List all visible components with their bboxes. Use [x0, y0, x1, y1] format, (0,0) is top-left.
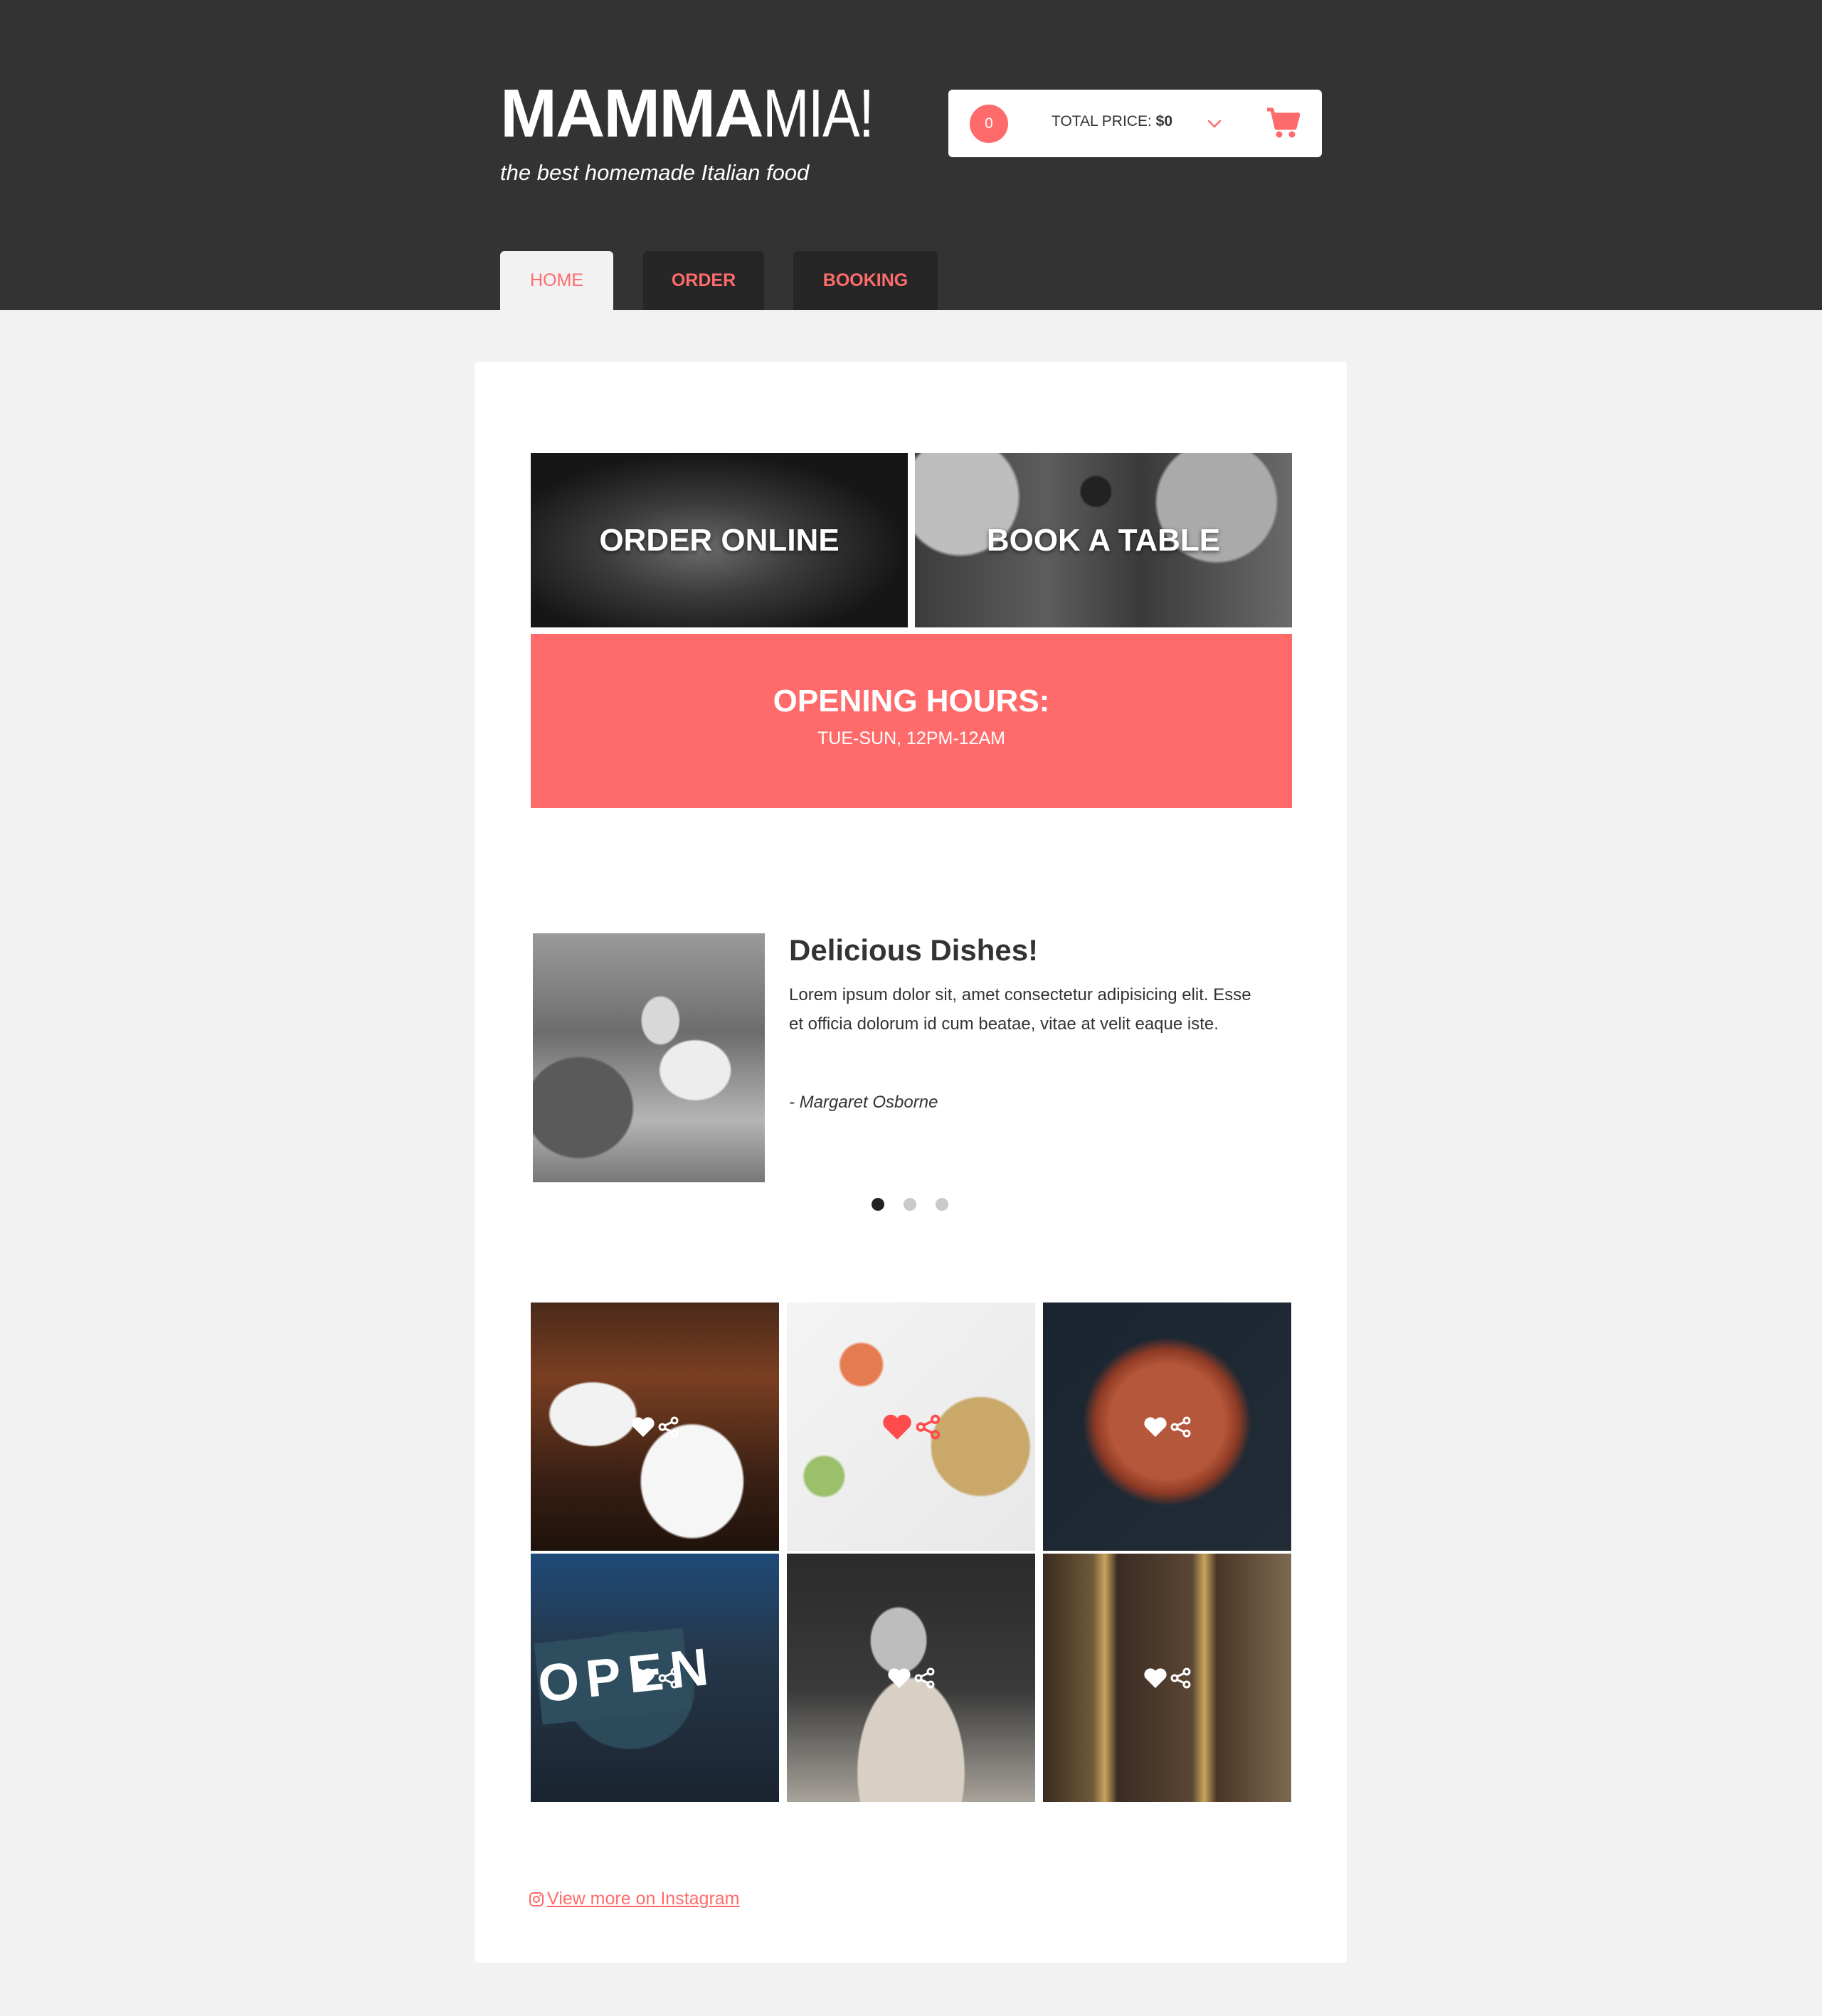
home-content: ORDER ONLINE BOOK A TABLE OPENING HOURS:… [475, 362, 1347, 1963]
carousel-dot-1[interactable] [872, 1198, 884, 1211]
review-text: Lorem ipsum dolor sit, amet consectetur … [789, 985, 1251, 1034]
gallery-image-open-sign[interactable]: OPEN [531, 1554, 779, 1802]
cart-total: TOTAL PRICE: $0 [1052, 113, 1172, 130]
share-icon[interactable] [658, 1667, 679, 1689]
gallery-image-shop-door[interactable] [1043, 1554, 1291, 1802]
heart-icon[interactable] [1143, 1667, 1167, 1689]
logo[interactable]: MAMMAMIA! [500, 78, 897, 149]
instagram-icon [529, 1892, 544, 1906]
share-icon[interactable] [916, 1414, 941, 1440]
instagram-gallery: OPEN [531, 1303, 1292, 1802]
gallery-image-healthy-bowl[interactable] [787, 1303, 1035, 1551]
cart-widget[interactable]: 0 TOTAL PRICE: $0 [948, 90, 1322, 157]
carousel-dot-2[interactable] [904, 1198, 916, 1211]
opening-hours-title: OPENING HOURS: [773, 684, 1050, 718]
cart-total-value: $0 [1155, 113, 1173, 129]
heart-icon[interactable] [631, 1416, 655, 1438]
tab-order[interactable]: ORDER [643, 251, 764, 310]
order-online-tile[interactable]: ORDER ONLINE [531, 453, 908, 627]
carousel-dot-3[interactable] [936, 1198, 948, 1211]
review-title: Delicious Dishes! [789, 933, 1039, 967]
share-icon[interactable] [1170, 1667, 1192, 1689]
review-author: - Margaret Osborne [789, 1093, 938, 1112]
logo-bold: MAMMA [500, 75, 764, 152]
share-icon[interactable] [1170, 1416, 1192, 1438]
tab-booking[interactable]: BOOKING [793, 251, 938, 310]
heart-icon[interactable] [887, 1667, 911, 1689]
heart-icon[interactable] [631, 1667, 655, 1689]
review-photo [533, 933, 765, 1182]
shopping-cart-icon[interactable] [1265, 105, 1301, 141]
opening-hours-box: OPENING HOURS: TUE-SUN, 12PM-12AM [531, 634, 1292, 808]
share-icon[interactable] [914, 1667, 936, 1689]
heart-icon[interactable] [881, 1413, 913, 1441]
instagram-link-text: View more on Instagram [547, 1889, 740, 1909]
cart-total-label: TOTAL PRICE: [1052, 113, 1152, 129]
gallery-image-pizza-dough[interactable] [787, 1554, 1035, 1802]
book-table-label: BOOK A TABLE [986, 522, 1221, 558]
share-icon[interactable] [658, 1416, 679, 1438]
gallery-image-sliced-pizza[interactable] [1043, 1303, 1291, 1551]
book-table-tile[interactable]: BOOK A TABLE [915, 453, 1292, 627]
opening-hours-time: TUE-SUN, 12PM-12AM [817, 728, 1005, 748]
tab-home[interactable]: HOME [500, 251, 613, 310]
site-header: MAMMAMIA! the best homemade Italian food… [0, 0, 1822, 310]
instagram-link[interactable]: View more on Instagram [529, 1889, 740, 1909]
gallery-image-restaurant-dishes[interactable] [531, 1303, 779, 1551]
chevron-down-icon[interactable] [1206, 115, 1223, 132]
logo-light: MIA! [762, 75, 874, 152]
tagline: the best homemade Italian food [500, 160, 810, 185]
cart-count-badge: 0 [970, 105, 1008, 143]
order-online-label: ORDER ONLINE [599, 522, 840, 558]
heart-icon[interactable] [1143, 1416, 1167, 1438]
